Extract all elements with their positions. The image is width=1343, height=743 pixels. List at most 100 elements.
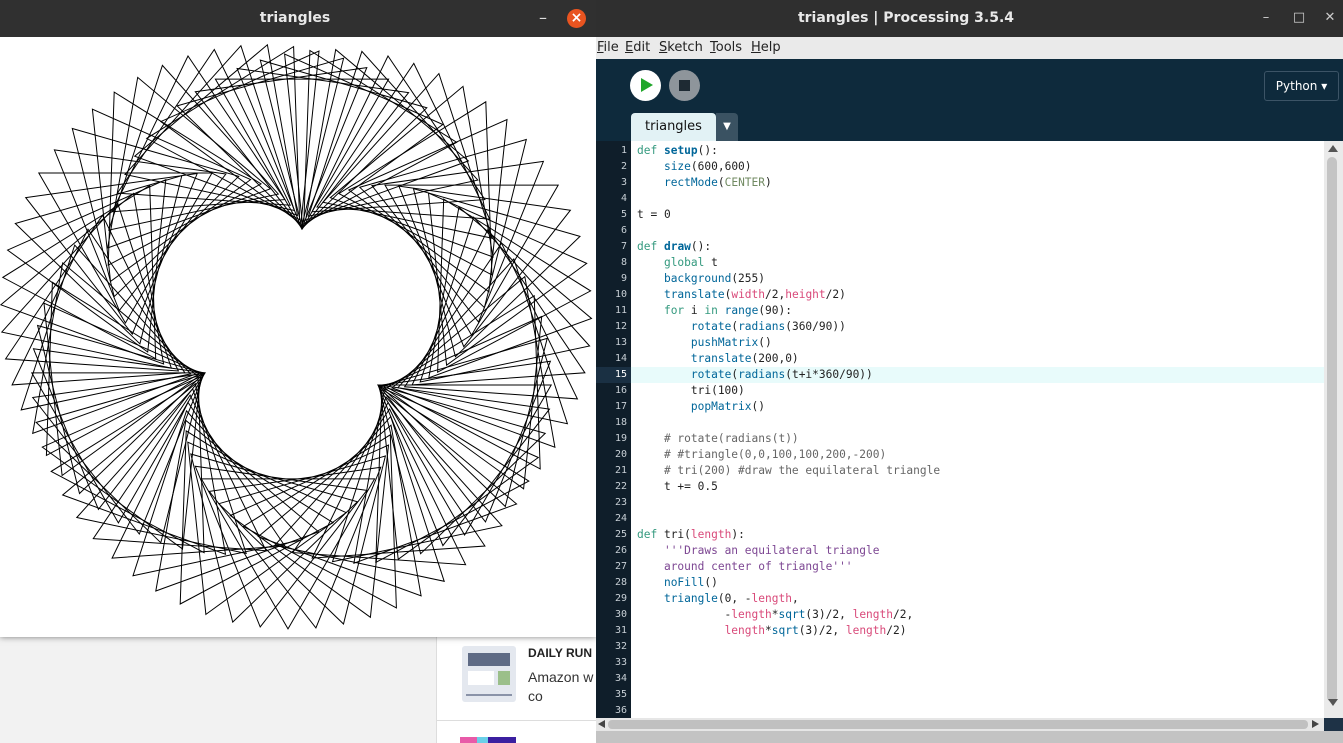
- code-line-text: background(255): [663, 272, 765, 285]
- code-line[interactable]: # tri(200) #draw the equilateral triangl…: [631, 463, 1324, 479]
- line-number: 32: [614, 641, 627, 652]
- code-line[interactable]: length*sqrt(3)/2, length/2): [631, 623, 1324, 639]
- line-number: 25: [614, 529, 627, 540]
- menu-sketch[interactable]: Sketch: [659, 40, 703, 55]
- mode-selector[interactable]: Python ▾: [1264, 71, 1339, 101]
- code-line[interactable]: popMatrix(): [631, 399, 1324, 415]
- line-number: 16: [614, 385, 627, 396]
- code-line[interactable]: around center of triangle''': [631, 559, 1324, 575]
- line-number: 21: [614, 465, 627, 476]
- code-line[interactable]: # rotate(radians(t)): [631, 431, 1324, 447]
- vertical-scrollbar[interactable]: [1324, 141, 1343, 718]
- menu-tools[interactable]: Tools: [710, 40, 742, 55]
- code-line[interactable]: [631, 687, 1324, 703]
- minimize-icon[interactable]: –: [533, 8, 553, 28]
- line-number: 20: [614, 449, 627, 460]
- line-number: 18: [614, 417, 627, 428]
- code-line[interactable]: noFill(): [631, 575, 1324, 591]
- line-number: 30: [614, 609, 627, 620]
- line-number: 17: [614, 401, 627, 412]
- line-number: 34: [614, 673, 627, 684]
- code-line[interactable]: [631, 511, 1324, 527]
- code-line[interactable]: global t: [631, 255, 1324, 271]
- code-line[interactable]: for i in range(90):: [631, 303, 1324, 319]
- ide-titlebar[interactable]: triangles | Processing 3.5.4 – □ ✕: [596, 0, 1343, 37]
- code-line-text: popMatrix(): [690, 400, 765, 413]
- stop-button[interactable]: [669, 70, 700, 101]
- code-line[interactable]: [631, 495, 1324, 511]
- code-line[interactable]: # #triangle(0,0,100,100,200,-200): [631, 447, 1324, 463]
- run-button[interactable]: [630, 70, 661, 101]
- triangle-shape: [242, 433, 397, 609]
- code-line[interactable]: [631, 655, 1324, 671]
- maximize-icon[interactable]: □: [1290, 9, 1308, 27]
- line-number: 7: [620, 241, 627, 252]
- scroll-left-icon[interactable]: [598, 720, 605, 728]
- code-line[interactable]: tri(100): [631, 383, 1324, 399]
- code-line[interactable]: [631, 223, 1324, 239]
- menu-edit[interactable]: Edit: [625, 40, 650, 55]
- code-line[interactable]: [631, 415, 1324, 431]
- horizontal-scroll-thumb[interactable]: [608, 720, 1308, 729]
- triangle-shape: [291, 408, 467, 566]
- line-number: 24: [614, 513, 627, 524]
- code-line[interactable]: t += 0.5: [631, 479, 1324, 495]
- code-line[interactable]: '''Draws an equilateral triangle: [631, 543, 1324, 559]
- code-line[interactable]: rotate(radians(360/90)): [631, 319, 1324, 335]
- code-line-text: global t: [663, 256, 718, 269]
- code-line[interactable]: def setup():: [631, 143, 1324, 159]
- code-line[interactable]: pushMatrix(): [631, 335, 1324, 351]
- close-icon[interactable]: ×: [567, 9, 586, 28]
- code-line-text: # tri(200) #draw the equilateral triangl…: [663, 464, 941, 477]
- close-icon[interactable]: ✕: [1321, 9, 1339, 27]
- code-line-text: def draw():: [637, 240, 712, 253]
- code-line[interactable]: triangle(0, -length,: [631, 591, 1324, 607]
- code-line[interactable]: [631, 671, 1324, 687]
- code-line-text: '''Draws an equilateral triangle: [663, 544, 880, 557]
- triangle-shape: [35, 373, 204, 544]
- line-number: 2: [620, 161, 627, 172]
- code-line[interactable]: [631, 191, 1324, 207]
- triangles-drawing: [0, 43, 593, 630]
- line-number: 23: [614, 497, 627, 508]
- news-thumbnail[interactable]: [462, 646, 516, 702]
- sketch-canvas[interactable]: [0, 37, 596, 637]
- code-line[interactable]: def draw():: [631, 239, 1324, 255]
- code-line[interactable]: [631, 703, 1324, 718]
- sketch-titlebar[interactable]: triangles – ×: [0, 0, 596, 37]
- line-number: 28: [614, 577, 627, 588]
- code-line[interactable]: translate(width/2,height/2): [631, 287, 1324, 303]
- processing-ide-window: triangles | Processing 3.5.4 – □ ✕ File …: [596, 0, 1343, 743]
- horizontal-scrollbar[interactable]: [596, 718, 1324, 731]
- code-line[interactable]: -length*sqrt(3)/2, length/2,: [631, 607, 1324, 623]
- code-line-text: rectMode(CENTER): [663, 176, 772, 189]
- code-line[interactable]: t = 0: [631, 207, 1324, 223]
- code-editor[interactable]: def setup(): size(600,600) rectMode(CENT…: [631, 141, 1324, 718]
- scroll-up-icon[interactable]: [1328, 145, 1338, 152]
- scroll-thumb[interactable]: [1327, 157, 1337, 702]
- tab-menu-arrow-icon[interactable]: ▼: [716, 113, 738, 141]
- scroll-right-icon[interactable]: [1312, 720, 1319, 728]
- code-line[interactable]: background(255): [631, 271, 1324, 287]
- tab-triangles[interactable]: triangles: [631, 113, 716, 141]
- minimize-icon[interactable]: –: [1257, 9, 1275, 27]
- tab-strip: triangles ▼: [596, 111, 1343, 141]
- code-line-text: rotate(radians(t+i*360/90)): [690, 368, 873, 381]
- code-line[interactable]: translate(200,0): [631, 351, 1324, 367]
- news-thumbnail-2[interactable]: [460, 737, 516, 743]
- line-number: 3: [620, 177, 627, 188]
- code-line[interactable]: size(600,600): [631, 159, 1324, 175]
- triangle-shape: [382, 315, 543, 490]
- line-number: 9: [620, 273, 627, 284]
- menu-help[interactable]: Help: [751, 40, 781, 55]
- code-line-text: translate(width/2,height/2): [663, 288, 846, 301]
- code-line[interactable]: rectMode(CENTER): [631, 175, 1324, 191]
- code-line[interactable]: def tri(length):: [631, 527, 1324, 543]
- code-line[interactable]: rotate(radians(t+i*360/90)): [631, 367, 1324, 383]
- code-line-text: def setup():: [637, 144, 718, 157]
- line-number: 12: [614, 321, 627, 332]
- scroll-down-icon[interactable]: [1328, 699, 1338, 706]
- menu-file[interactable]: File: [597, 40, 619, 55]
- code-line[interactable]: [631, 639, 1324, 655]
- line-number: 26: [614, 545, 627, 556]
